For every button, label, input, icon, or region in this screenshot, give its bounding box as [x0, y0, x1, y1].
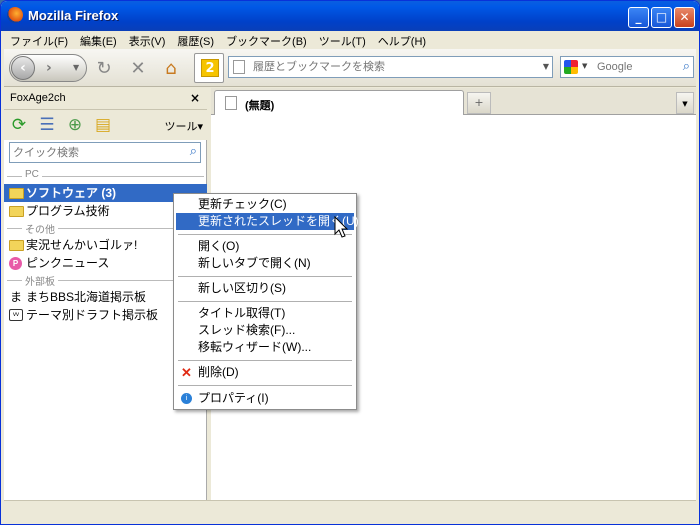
new-tab-button[interactable]: + — [467, 92, 491, 114]
menu-item-new-separator[interactable]: 新しい区切り(S) — [176, 280, 354, 297]
tree-item-label: 実況せんかいゴルァ! — [26, 238, 138, 252]
menu-item-open-updated[interactable]: 更新されたスレッドを開く(U) — [176, 213, 359, 230]
quick-search-input[interactable] — [13, 145, 173, 160]
close-icon[interactable]: × — [190, 91, 200, 105]
tree-item-label: プログラム技術 — [26, 204, 110, 218]
menu-item-delete[interactable]: ✕ 削除(D) — [176, 364, 354, 381]
menu-item-get-title[interactable]: タイトル取得(T) — [176, 305, 354, 322]
menu-separator — [178, 385, 352, 386]
menu-bookmarks[interactable]: ブックマーク(B) — [220, 31, 313, 49]
menu-bar: ファイル(F) 編集(E) 表示(V) 履歴(S) ブックマーク(B) ツール(T) ヘルプ… — [4, 31, 696, 49]
page-icon — [225, 96, 237, 110]
context-menu: 更新チェック(C) 更新されたスレッドを開く(U) 開く(O) 新しいタブで開く… — [173, 193, 359, 410]
google-icon[interactable] — [564, 60, 578, 74]
url-dropdown-icon[interactable]: ▼ — [543, 62, 549, 71]
tree-item-label: まちBBS北海道掲示板 — [26, 290, 147, 304]
add-item-icon[interactable]: ⊕ — [64, 115, 86, 135]
menu-item-move-wizard[interactable]: 移転ウィザード(W)... — [176, 339, 354, 356]
sidebar-toolbar: ⟳ ☰ ⊕ ▤ ツール▾ — [4, 110, 207, 140]
menu-separator — [178, 234, 352, 235]
menu-item-properties[interactable]: i プロパティ(I) — [176, 390, 354, 407]
badge-count: 2 — [201, 59, 219, 77]
new-folder-icon[interactable]: ▤ — [92, 115, 114, 135]
stop-icon[interactable]: ✕ — [128, 59, 148, 79]
machi-icon: ま — [10, 290, 23, 304]
folder-icon — [9, 240, 24, 251]
refresh-icon[interactable]: ⟳ — [8, 115, 30, 135]
menu-item-check-updates[interactable]: 更新チェック(C) — [176, 196, 354, 213]
close-button[interactable]: ✕ — [674, 7, 695, 28]
folder-icon — [9, 206, 24, 217]
menu-file[interactable]: ファイル(F) — [4, 31, 74, 49]
tree-item-label: ソフトウェア (3) — [26, 186, 117, 200]
back-forward-group: ‹ › ▼ — [9, 54, 87, 82]
back-button[interactable]: ‹ — [11, 56, 35, 80]
window-title: Mozilla Firefox — [28, 8, 119, 23]
search-bar[interactable]: ▼ ⌕ — [560, 56, 694, 78]
firefox-window: Mozilla Firefox _ □ ✕ ファイル(F) 編集(E) 表示(V) 履… — [0, 0, 700, 525]
properties-icon: i — [181, 393, 192, 404]
menu-item-thread-search[interactable]: スレッド検索(F)... — [176, 322, 354, 339]
menu-tools[interactable]: ツール(T) — [313, 31, 372, 49]
delete-icon: ✕ — [181, 365, 192, 380]
url-bar[interactable]: ▼ — [228, 56, 553, 78]
mouse-cursor-icon — [334, 216, 349, 238]
tree-item-label: テーマ別ドラフト掲示板 — [26, 308, 159, 322]
reload-icon[interactable]: ↻ — [94, 59, 114, 79]
foxage-badge-button[interactable]: 2 — [194, 53, 224, 83]
open-updates-icon[interactable]: ☰ — [36, 115, 58, 135]
menu-view[interactable]: 表示(V) — [123, 31, 172, 49]
tab-title: (無題) — [245, 100, 275, 112]
search-icon[interactable]: ⌕ — [683, 59, 690, 74]
maximize-button[interactable]: □ — [651, 7, 672, 28]
search-icon[interactable]: ⌕ — [190, 144, 197, 159]
separator-label: PC — [22, 169, 42, 180]
forward-button[interactable]: › — [46, 59, 68, 77]
board-icon: vv — [9, 309, 23, 321]
sidebar-header: FoxAge2ch × — [4, 88, 207, 110]
menu-separator — [178, 360, 352, 361]
quick-search[interactable]: ⌕ — [9, 142, 201, 163]
menu-history[interactable]: 履歴(S) — [171, 31, 220, 49]
tree-item-label: ピンクニュース — [26, 256, 110, 270]
status-bar — [4, 500, 696, 521]
separator-label: 外部板 — [22, 273, 58, 288]
title-bar[interactable]: Mozilla Firefox _ □ ✕ — [1, 1, 699, 31]
menu-item-open[interactable]: 開く(O) — [176, 238, 354, 255]
home-icon[interactable]: ⌂ — [161, 59, 181, 79]
menu-item-open-new-tab[interactable]: 新しいタブで開く(N) — [176, 255, 354, 272]
sidebar-title: FoxAge2ch — [10, 92, 66, 104]
page-icon — [233, 60, 245, 74]
tab-current[interactable]: (無題) — [214, 90, 464, 115]
navigation-toolbar: ‹ › ▼ ↻ ✕ ⌂ 2 ▼ ▼ ⌕ — [4, 49, 696, 87]
menu-edit[interactable]: 編集(E) — [74, 31, 123, 49]
tab-strip: (無題) + ▼ — [211, 88, 696, 115]
separator: PC — [4, 168, 207, 184]
tab-list-dropdown-icon[interactable]: ▼ — [676, 92, 694, 114]
firefox-icon — [7, 7, 23, 23]
menu-item-label: 削除(D) — [198, 365, 239, 379]
separator-label: その他 — [22, 221, 58, 236]
menu-item-label: プロパティ(I) — [198, 391, 269, 405]
pink-board-icon: P — [9, 257, 22, 270]
engine-dropdown-icon[interactable]: ▼ — [582, 62, 587, 70]
url-input[interactable] — [253, 59, 533, 75]
history-dropdown-icon[interactable]: ▼ — [73, 63, 79, 72]
search-input[interactable] — [597, 59, 671, 75]
menu-separator — [178, 276, 352, 277]
tools-menu-button[interactable]: ツール▾ — [164, 118, 203, 134]
menu-separator — [178, 301, 352, 302]
menu-help[interactable]: ヘルプ(H) — [372, 31, 432, 49]
folder-icon — [9, 188, 24, 199]
minimize-button[interactable]: _ — [628, 7, 649, 28]
